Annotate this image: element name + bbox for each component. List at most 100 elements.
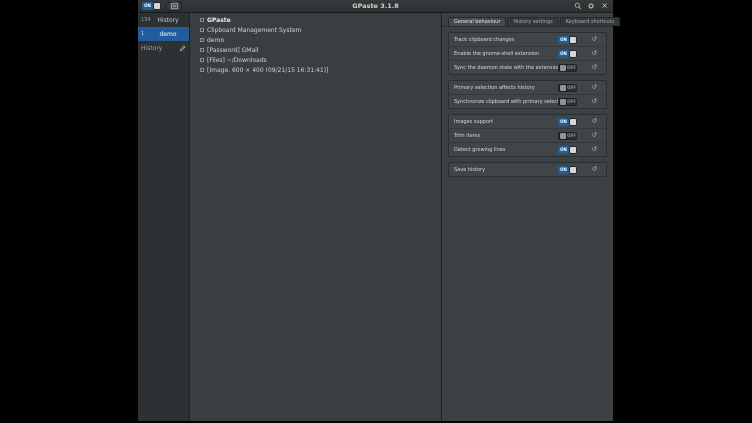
settings-group: Track clipboard changes ON ↺ Enable the … [448,32,607,75]
gpaste-window: GPaste 3.1.8 ON [138,0,613,421]
switch-knob [559,132,567,140]
switch-knob [569,166,577,174]
setting-label: Primary selection affects history [454,85,558,91]
reset-icon[interactable]: ↺ [591,36,598,43]
daemon-toggle-label: ON [142,4,153,8]
headerbar: GPaste 3.1.8 ON [138,0,613,13]
pencil-icon [179,45,186,52]
list-item[interactable]: demo [190,35,441,45]
tab-history-settings[interactable]: History settings [507,17,558,26]
toggle-switch[interactable]: ON [558,146,577,154]
close-button[interactable]: × [600,2,609,10]
histories-button[interactable] [166,2,182,11]
toggle-switch[interactable]: ON [558,50,577,58]
setting-row: Images support ON ↺ [449,115,606,129]
reset-icon[interactable]: ↺ [591,132,598,139]
list-item[interactable]: [Image, 600 × 400 (09/21/15 16:31:41)] [190,65,441,75]
setting-label: Detect growing lines [454,147,558,153]
settings-button[interactable] [587,2,595,10]
search-icon [574,2,582,10]
reset-icon[interactable]: ↺ [591,84,598,91]
item-icon [200,18,204,22]
item-text: [Files] ~/Downloads [207,57,267,64]
toggle-switch[interactable]: ON [558,118,577,126]
reset-icon[interactable]: ↺ [591,50,598,57]
switch-knob [569,146,577,154]
history-row[interactable]: 134 History [138,13,189,27]
setting-label: Save history [454,167,558,173]
tab-keyboard-shortcuts[interactable]: Keyboard shortcuts [560,17,620,26]
item-text: [Password] GMail [207,47,258,54]
switch-knob [559,64,567,72]
setting-row: Primary selection affects history OFF ↺ [449,81,606,95]
setting-row: Sync the daemon state with the extension… [449,61,606,74]
history-count: 1 [141,31,150,37]
item-text: GPaste [207,17,231,24]
settings-group: Images support ON ↺ Trim items OFF [448,114,607,157]
reset-icon[interactable]: ↺ [591,118,598,125]
headerbar-actions: × [574,2,609,10]
toggle-switch[interactable]: OFF [558,98,577,106]
list-item[interactable]: [Password] GMail [190,45,441,55]
item-icon [200,58,204,62]
history-count: 134 [141,17,150,23]
history-name: demo [150,31,186,38]
item-icon [200,38,204,42]
history-entry-label: History [141,45,162,52]
toggle-switch[interactable]: OFF [558,132,577,140]
settings-group: Primary selection affects history OFF ↺ … [448,80,607,109]
search-button[interactable] [574,2,582,10]
edit-history-button[interactable] [179,45,186,52]
switch-knob [559,98,567,106]
setting-row: Trim items OFF ↺ [449,129,606,143]
item-icon [200,48,204,52]
setting-row: Track clipboard changes ON ↺ [449,33,606,47]
settings-body: Track clipboard changes ON ↺ Enable the … [442,27,613,187]
setting-row: Enable the gnome-shell extension ON ↺ [449,47,606,61]
switch-knob [559,84,567,92]
toggle-switch[interactable]: OFF [558,64,577,72]
settings-group: Save history ON ↺ [448,162,607,177]
toggle-switch[interactable]: ON [558,166,577,174]
item-icon [200,68,204,72]
histories-icon [170,2,179,10]
tab-general-behaviour[interactable]: General behaviour [448,17,506,26]
switch-knob [569,118,577,126]
item-text: [Image, 600 × 400 (09/21/15 16:31:41)] [207,67,328,74]
reset-icon[interactable]: ↺ [591,64,598,71]
item-text: Clipboard Management System [207,27,301,34]
setting-label: Track clipboard changes [454,37,558,43]
daemon-toggle-switch[interactable]: ON [142,2,161,10]
window-title: GPaste 3.1.8 [138,2,613,10]
toggle-switch[interactable]: ON [558,36,577,44]
switch-knob [153,2,161,10]
switch-knob [569,50,577,58]
settings-panel: General behaviour History settings Keybo… [441,13,613,421]
toggle-switch[interactable]: OFF [558,84,577,92]
setting-label: Synchronize clipboard with primary selec… [454,99,558,105]
switch-knob [569,36,577,44]
setting-label: Images support [454,119,558,125]
setting-label: Sync the daemon state with the extension… [454,65,558,71]
reset-icon[interactable]: ↺ [591,166,598,173]
reset-icon[interactable]: ↺ [591,98,598,105]
list-item[interactable]: Clipboard Management System [190,25,441,35]
setting-label: Enable the gnome-shell extension [454,51,558,57]
settings-tabbar: General behaviour History settings Keybo… [442,13,613,27]
setting-row: Detect growing lines ON ↺ [449,143,606,156]
reset-icon[interactable]: ↺ [591,146,598,153]
history-list: GPaste Clipboard Management System demo … [190,13,441,421]
history-name: History [150,17,186,24]
history-entry[interactable]: History [138,41,189,55]
setting-row: Save history ON ↺ [449,163,606,176]
list-item[interactable]: GPaste [190,15,441,25]
list-item[interactable]: [Files] ~/Downloads [190,55,441,65]
item-text: demo [207,37,224,44]
setting-label: Trim items [454,133,558,139]
item-icon [200,28,204,32]
gear-icon [587,2,595,10]
history-row-selected[interactable]: 1 demo [138,27,189,41]
desktop: { "window": { "title": "GPaste 3.1.8" },… [0,0,752,423]
setting-row: Synchronize clipboard with primary selec… [449,95,606,108]
main-area: 134 History 1 demo History [138,13,613,421]
